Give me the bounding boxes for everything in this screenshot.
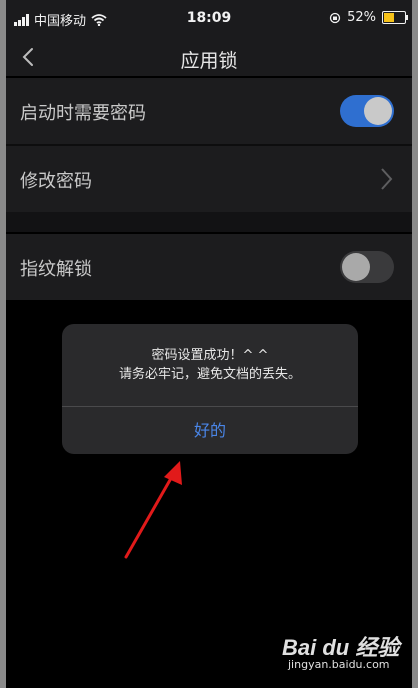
- alert-ok-button[interactable]: 好的: [62, 407, 358, 454]
- status-bar: 中国移动 18:09 52%: [6, 0, 412, 38]
- app-screen: 中国移动 18:09 52% 应用锁 启动时需要密码 修改密码 指纹解锁 密码设…: [6, 0, 412, 688]
- annotation-arrow-icon: [124, 461, 182, 559]
- device-frame-right-edge: [412, 0, 418, 688]
- alert-message: 密码设置成功！^ ^ 请务必牢记，避免文档的丢失。: [62, 346, 358, 384]
- baidu-jingyan-watermark: Bai du 经验 jingyan.baidu.com: [282, 624, 402, 680]
- battery-percent: 52%: [347, 10, 376, 25]
- alert-dialog: 密码设置成功！^ ^ 请务必牢记，避免文档的丢失。 好的: [62, 324, 358, 454]
- status-right: 52%: [329, 10, 408, 25]
- toggle-knob: [342, 253, 370, 281]
- nav-bar: 应用锁: [6, 38, 412, 76]
- setting-row-require-password: 启动时需要密码: [6, 78, 412, 144]
- require-password-toggle[interactable]: [340, 95, 394, 127]
- page-title: 应用锁: [180, 50, 238, 72]
- orientation-lock-icon: [329, 12, 341, 23]
- battery-fill: [384, 13, 395, 22]
- setting-label-fingerprint: 指纹解锁: [20, 259, 92, 280]
- toggle-knob: [364, 97, 392, 125]
- setting-label-change-password: 修改密码: [20, 171, 92, 192]
- setting-row-change-password[interactable]: 修改密码: [6, 146, 412, 212]
- section-gap: [6, 212, 412, 232]
- setting-label-require-password: 启动时需要密码: [20, 103, 146, 124]
- fingerprint-toggle[interactable]: [340, 251, 394, 283]
- alert-message-line1: 密码设置成功！^ ^: [151, 348, 269, 363]
- watermark-site: jingyan.baidu.com: [288, 658, 390, 671]
- battery-icon: [382, 11, 408, 24]
- setting-row-fingerprint: 指纹解锁: [6, 234, 412, 300]
- chevron-right-icon: [381, 168, 393, 190]
- alert-message-line2: 请务必牢记，避免文档的丢失。: [118, 367, 301, 382]
